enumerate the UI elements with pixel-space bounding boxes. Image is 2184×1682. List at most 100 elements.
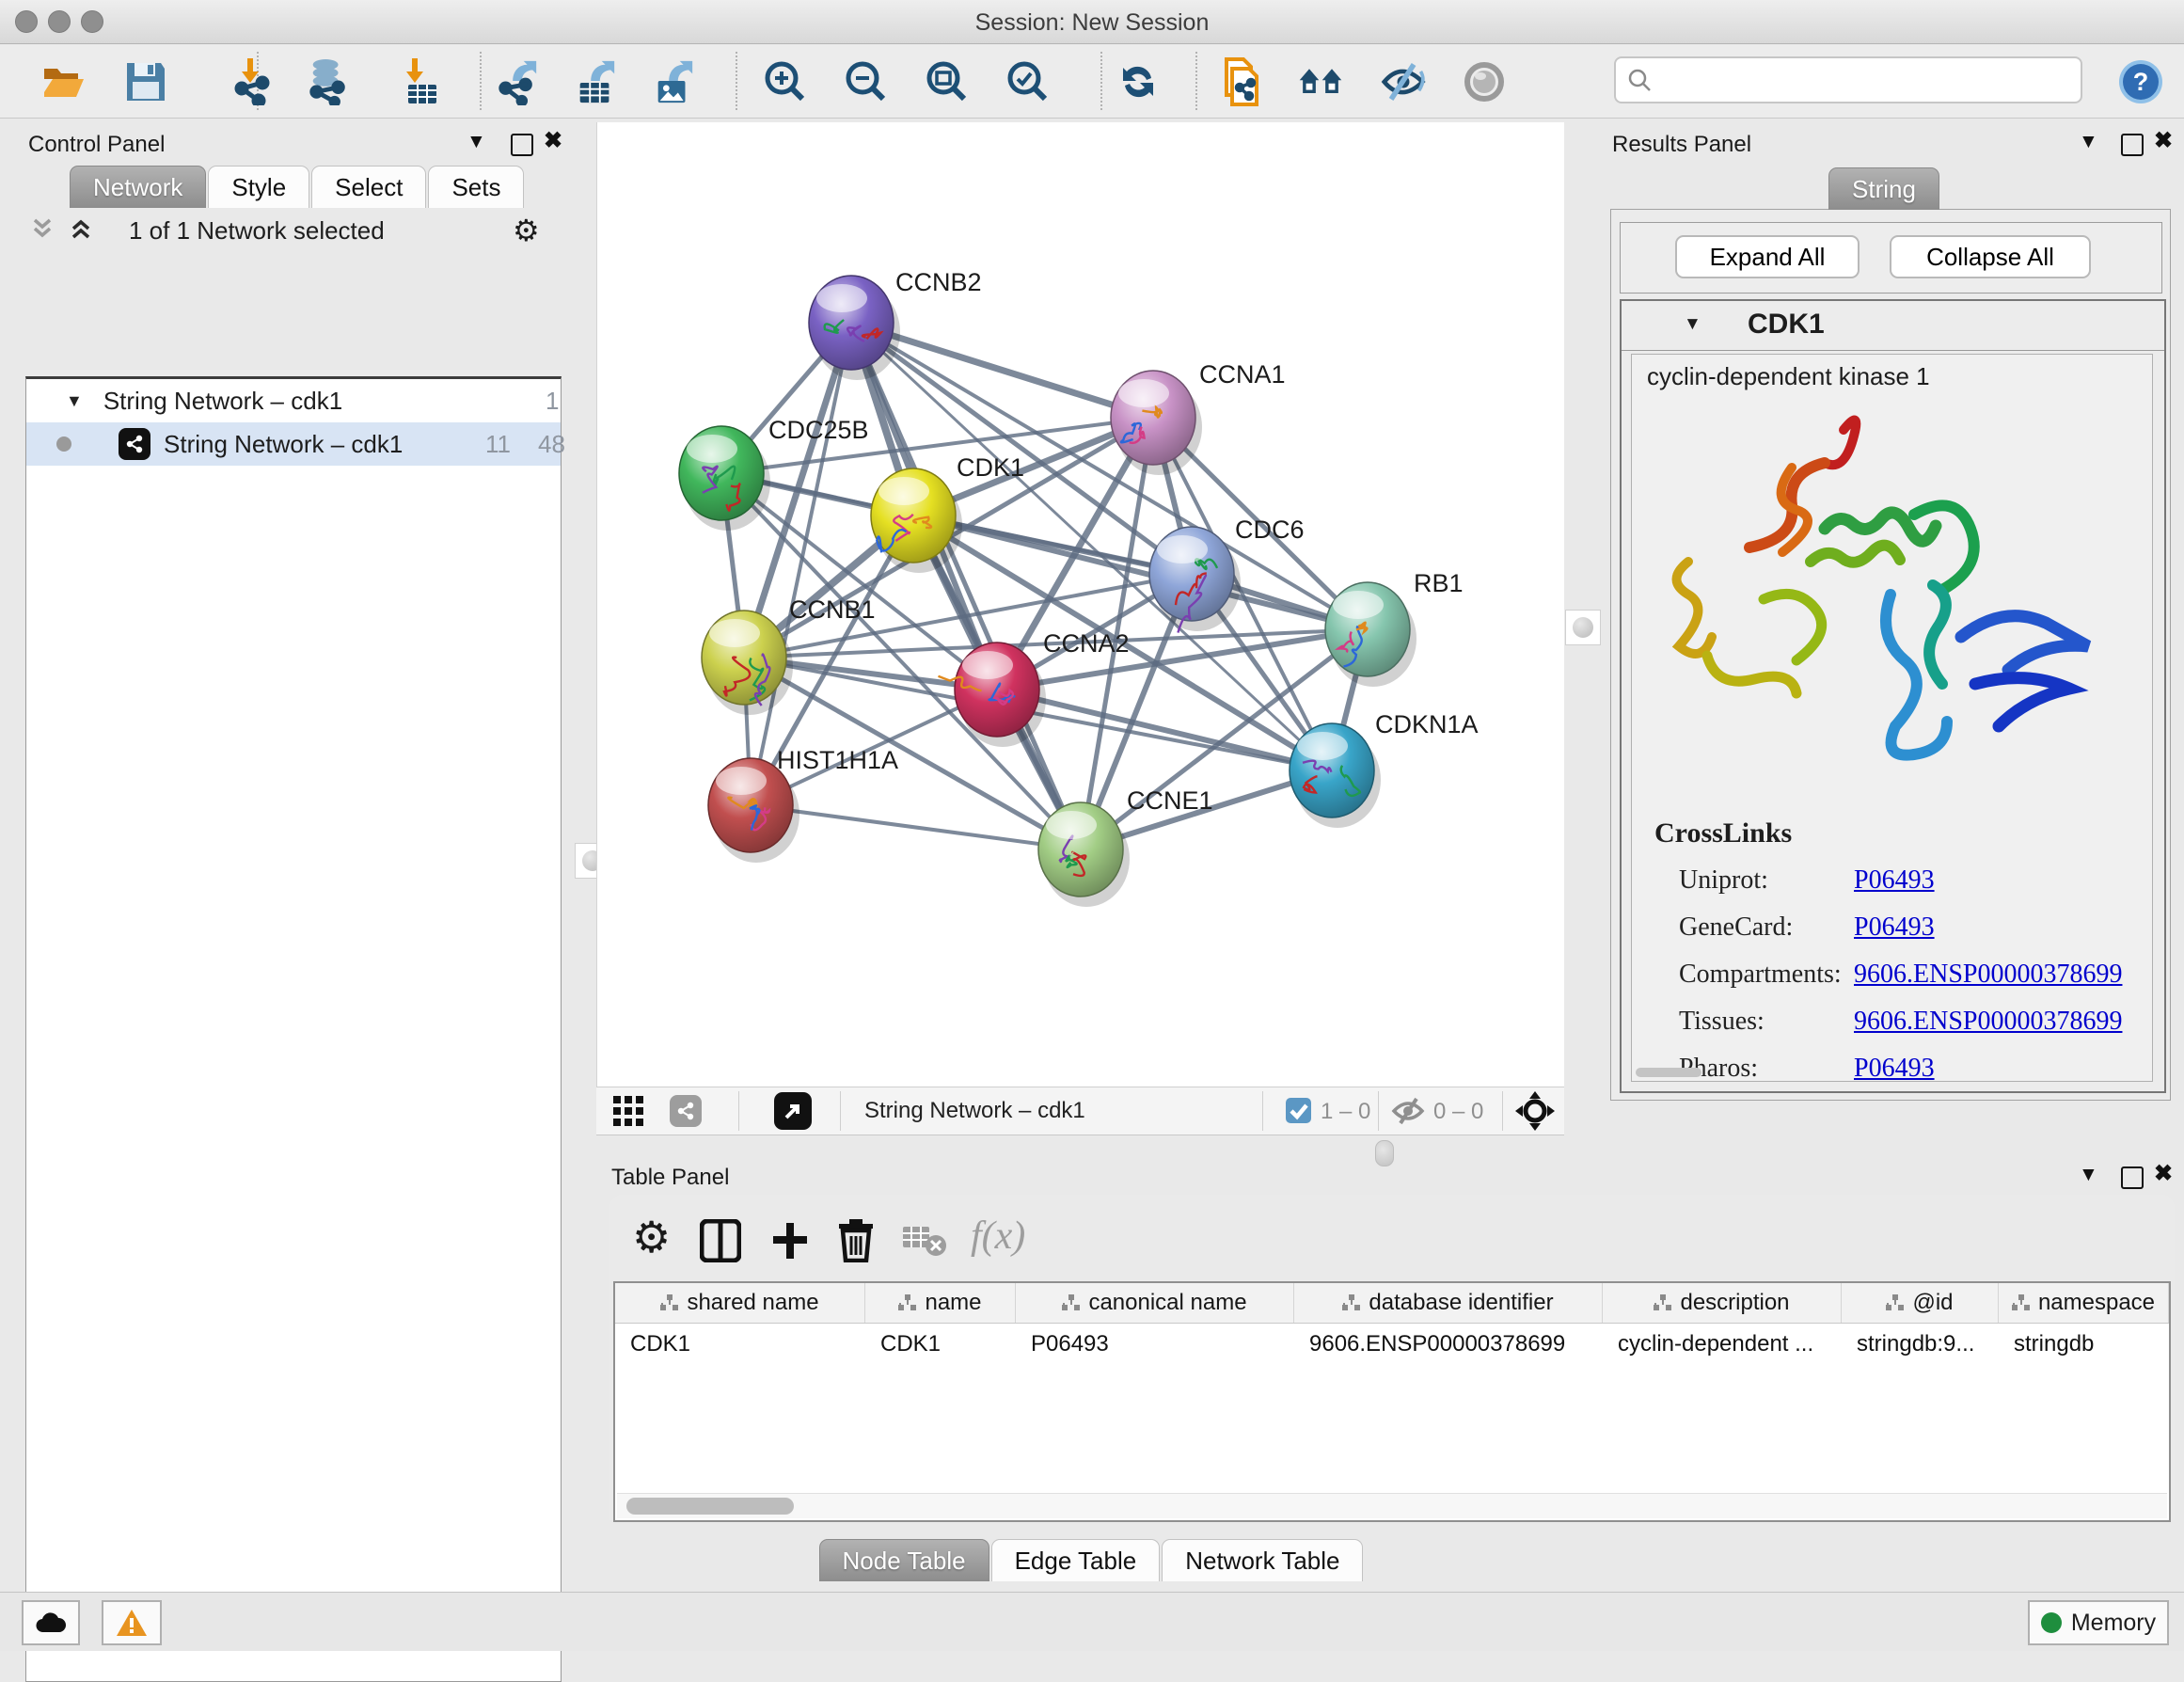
open-in-new-window-icon[interactable] <box>774 1092 812 1130</box>
tab-sets[interactable]: Sets <box>428 166 524 208</box>
memory-button[interactable]: Memory <box>2028 1600 2169 1645</box>
hidden-eye-icon[interactable] <box>1391 1097 1425 1125</box>
results-panel-close-icon[interactable]: ✖ <box>2154 131 2173 151</box>
expand-all-networks-icon[interactable] <box>69 216 93 241</box>
column-label: description <box>1680 1290 1789 1316</box>
table-cell[interactable]: stringdb <box>1999 1324 2169 1365</box>
node-CCNA1[interactable]: CCNA1 <box>1111 360 1286 475</box>
gene-expander-icon[interactable]: ▼ <box>1684 314 1701 335</box>
crosslink-value-link[interactable]: 9606.ENSP00000378699 <box>1854 960 2122 990</box>
selected-node-edge-counts: 1 – 0 <box>1321 1099 1370 1125</box>
node-CDK1[interactable]: CDK1 <box>871 453 1024 573</box>
table-settings-gear-icon[interactable]: ⚙ <box>632 1212 671 1262</box>
right-splitter-handle[interactable] <box>1565 610 1601 645</box>
export-network-icon[interactable] <box>495 59 540 104</box>
hide-selected-icon[interactable] <box>1381 59 1426 104</box>
column-header-shared-name[interactable]: shared name <box>615 1283 865 1323</box>
network-collection-label: String Network – cdk1 <box>103 387 342 416</box>
tab-string[interactable]: String <box>1828 167 1939 210</box>
node-RB1[interactable]: RB1 <box>1325 569 1464 687</box>
import-network-from-database-icon[interactable] <box>306 59 351 104</box>
warnings-button[interactable] <box>102 1600 162 1645</box>
zoom-in-icon[interactable] <box>763 59 808 104</box>
crosslink-value-link[interactable]: 9606.ENSP00000378699 <box>1854 1007 2122 1037</box>
delete-table-icon[interactable] <box>903 1225 946 1257</box>
tree-expander-icon[interactable]: ▼ <box>66 391 83 411</box>
table-cell[interactable]: CDK1 <box>615 1324 865 1365</box>
node-CCNE1[interactable]: CCNE1 <box>1038 786 1213 907</box>
zoom-out-icon[interactable] <box>844 59 889 104</box>
table-panel-menu-icon[interactable]: ▼ <box>2079 1165 2098 1185</box>
delete-column-icon[interactable] <box>837 1217 875 1262</box>
show-columns-icon[interactable] <box>700 1219 741 1262</box>
show-all-icon[interactable] <box>1462 59 1507 104</box>
column-header-canonical-name[interactable]: canonical name <box>1016 1283 1294 1323</box>
crosslink-value-link[interactable]: P06493 <box>1854 865 1935 896</box>
import-table-icon[interactable] <box>395 59 440 104</box>
export-table-icon[interactable] <box>573 59 618 104</box>
tab-network[interactable]: Network <box>70 166 206 208</box>
crosslink-value-link[interactable]: P06493 <box>1854 1054 1935 1084</box>
tab-edge-table[interactable]: Edge Table <box>991 1539 1161 1581</box>
function-builder-icon[interactable]: f(x) <box>971 1214 1025 1259</box>
open-session-icon[interactable] <box>41 59 87 104</box>
selected-checkbox-icon[interactable] <box>1286 1098 1311 1123</box>
import-network-icon[interactable] <box>230 59 276 104</box>
create-column-icon[interactable] <box>769 1219 811 1262</box>
tab-style[interactable]: Style <box>208 166 309 208</box>
edge-HIST1H1A-CCNE1[interactable] <box>751 805 1081 849</box>
collapse-all-networks-icon[interactable] <box>30 216 55 241</box>
refresh-view-icon[interactable] <box>1116 59 1161 104</box>
control-panel-menu-icon[interactable]: ▼ <box>467 132 486 152</box>
table-panel-float-icon[interactable] <box>2121 1166 2144 1189</box>
column-header-description[interactable]: description <box>1603 1283 1842 1323</box>
network-options-gear-icon[interactable]: ⚙ <box>513 213 540 248</box>
crosslink-value-link[interactable]: P06493 <box>1854 912 1935 943</box>
crosslink-row: Pharos:P06493 <box>1679 1045 2140 1092</box>
birds-eye-view-icon[interactable] <box>612 1095 644 1127</box>
node-CDKN1A[interactable]: CDKN1A <box>1290 710 1479 828</box>
tab-node-table[interactable]: Node Table <box>819 1539 989 1581</box>
collapse-all-button[interactable]: Collapse All <box>1890 235 2091 278</box>
help-icon[interactable]: ? <box>2118 59 2163 104</box>
network-type-icon[interactable] <box>670 1095 702 1127</box>
table-hscroll-thumb[interactable] <box>626 1498 794 1515</box>
control-panel-float-icon[interactable] <box>511 134 533 156</box>
toolbar-search[interactable] <box>1614 56 2082 103</box>
search-input[interactable] <box>1652 66 2081 94</box>
table-cell[interactable]: stringdb:9... <box>1842 1324 1999 1365</box>
table-panel-close-icon[interactable]: ✖ <box>2154 1164 2173 1184</box>
clone-network-icon[interactable] <box>1217 59 1262 104</box>
table-row[interactable]: CDK1CDK1P064939606.ENSP00000378699cyclin… <box>615 1324 2169 1365</box>
pan-crosshair-icon[interactable] <box>1515 1091 1555 1131</box>
table-cell[interactable]: 9606.ENSP00000378699 <box>1294 1324 1603 1365</box>
column-header-database-identifier[interactable]: database identifier <box>1294 1283 1603 1323</box>
table-cell[interactable]: cyclin-dependent ... <box>1603 1324 1842 1365</box>
table-cell[interactable]: P06493 <box>1016 1324 1294 1365</box>
tab-select[interactable]: Select <box>311 166 426 208</box>
column-header-name[interactable]: name <box>865 1283 1016 1323</box>
tab-network-table[interactable]: Network Table <box>1162 1539 1363 1581</box>
save-session-icon[interactable] <box>123 59 168 104</box>
control-panel-close-icon[interactable]: ✖ <box>544 131 562 151</box>
network-row[interactable]: String Network – cdk1 11 48 <box>26 422 561 466</box>
first-neighbors-icon[interactable] <box>1298 59 1343 104</box>
results-panel-float-icon[interactable] <box>2121 134 2144 156</box>
column-header--id[interactable]: @id <box>1842 1283 1999 1323</box>
export-image-icon[interactable] <box>651 59 696 104</box>
results-panel-menu-icon[interactable]: ▼ <box>2079 132 2098 152</box>
expand-all-button[interactable]: Expand All <box>1675 235 1860 278</box>
horizontal-splitter-handle[interactable] <box>1375 1140 1394 1166</box>
results-hscroll-thumb[interactable] <box>1636 1068 1701 1077</box>
zoom-selected-icon[interactable] <box>1005 59 1051 104</box>
node-HIST1H1A[interactable]: HIST1H1A <box>708 746 898 863</box>
table-hscroll-track[interactable] <box>617 1493 2167 1518</box>
column-header-namespace[interactable]: namespace <box>1999 1283 2169 1323</box>
node-CCNB1[interactable]: CCNB1 <box>702 595 876 715</box>
network-canvas[interactable]: CCNB2CCNA1CDC25BCDK1CDC6RB1CCNB1CCNA2CDK… <box>596 122 1564 1087</box>
table-cell[interactable]: CDK1 <box>865 1324 1016 1365</box>
zoom-fit-icon[interactable] <box>925 59 970 104</box>
network-collection-row[interactable]: ▼ String Network – cdk1 1 <box>26 379 561 422</box>
node-CDC6[interactable]: CDC6 <box>1149 516 1305 633</box>
cloud-button[interactable] <box>22 1600 80 1645</box>
